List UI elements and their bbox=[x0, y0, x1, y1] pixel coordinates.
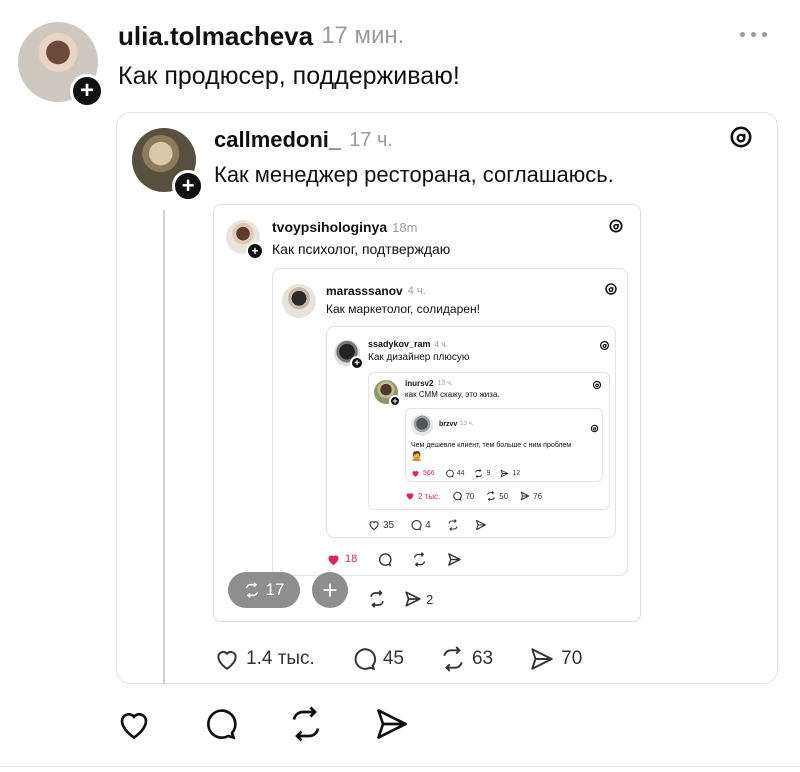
quote5-time: 13 ч. bbox=[437, 379, 453, 387]
share-button[interactable] bbox=[374, 706, 410, 747]
quote3-time: 4 ч. bbox=[407, 285, 426, 297]
share-button[interactable] bbox=[447, 552, 462, 567]
comment-button[interactable] bbox=[377, 552, 392, 567]
heart-icon bbox=[217, 651, 237, 670]
quote4-username[interactable]: ssadykov_ram bbox=[368, 339, 431, 349]
quote6-username[interactable]: brzvv bbox=[439, 421, 457, 428]
quote1-time: 17 ч. bbox=[349, 128, 393, 151]
post-text: Как продюсер, поддерживаю! bbox=[118, 62, 460, 90]
quote5-username[interactable]: inursv2 bbox=[405, 379, 433, 388]
comment-icon bbox=[207, 708, 237, 740]
threads-logo-icon[interactable] bbox=[592, 377, 602, 390]
repost-button[interactable] bbox=[368, 590, 386, 608]
repost-count: 9 bbox=[486, 469, 491, 477]
repost-button[interactable] bbox=[288, 706, 324, 747]
bottom-divider bbox=[0, 766, 800, 767]
like-count: 18 bbox=[345, 553, 358, 565]
like-button[interactable]: 2 тыс. bbox=[405, 491, 440, 501]
like-count: 2 тыс. bbox=[418, 491, 441, 501]
follow-plus-button[interactable]: + bbox=[246, 242, 264, 260]
quote4-time: 4 ч. bbox=[434, 339, 448, 349]
quote6-time: 13 ч. bbox=[460, 421, 474, 427]
heart-icon bbox=[120, 712, 148, 739]
like-button[interactable]: 35 bbox=[368, 519, 394, 531]
quote5-text: как СММ скажу, это жиза. bbox=[405, 390, 500, 399]
post-username[interactable]: ulia.tolmacheva bbox=[118, 21, 313, 52]
comment-button[interactable]: 45 bbox=[351, 646, 404, 672]
quote3-username[interactable]: marasssanov bbox=[326, 284, 403, 298]
share-button[interactable] bbox=[475, 519, 487, 531]
comment-count: 44 bbox=[456, 469, 465, 477]
comment-button[interactable] bbox=[202, 706, 238, 747]
follow-plus-button[interactable]: + bbox=[389, 395, 401, 407]
share-button[interactable]: 12 bbox=[500, 469, 520, 478]
more-options-icon[interactable] bbox=[740, 26, 772, 42]
quote2-text: Как психолог, подтверждаю bbox=[272, 241, 451, 257]
repost-button[interactable] bbox=[412, 551, 427, 567]
threads-logo-icon[interactable] bbox=[599, 338, 610, 351]
threads-logo-icon[interactable] bbox=[604, 282, 618, 296]
quote2-username[interactable]: tvoypsihologinya bbox=[272, 219, 387, 235]
quote4-text: Как дизайнер плюсую bbox=[368, 352, 470, 363]
thread-line bbox=[163, 210, 165, 684]
comment-count: 70 bbox=[465, 491, 475, 501]
repost-icon bbox=[292, 706, 320, 741]
comment-button[interactable]: 4 bbox=[410, 519, 431, 531]
add-button[interactable]: + bbox=[312, 572, 348, 608]
post-time: 17 мин. bbox=[321, 22, 405, 49]
like-count: 1.4 тыс. bbox=[246, 648, 315, 669]
comment-count: 45 bbox=[382, 648, 404, 669]
repost-button[interactable]: 63 bbox=[440, 646, 493, 672]
repost-count: 63 bbox=[471, 648, 494, 669]
share-count: 12 bbox=[512, 469, 521, 477]
comment-button[interactable]: 44 bbox=[445, 469, 465, 478]
quote1-text: Как менеджер ресторана, соглашаюсь. bbox=[214, 162, 614, 187]
share-count: 76 bbox=[533, 491, 543, 501]
comment-icon bbox=[354, 648, 376, 671]
quote2-time: 18m bbox=[392, 219, 418, 235]
repost-icon bbox=[245, 582, 258, 598]
share-button[interactable]: 70 bbox=[529, 646, 582, 672]
share-icon bbox=[531, 648, 553, 670]
threads-logo-icon[interactable] bbox=[728, 124, 754, 150]
like-count: 566 bbox=[423, 469, 435, 477]
threads-logo-icon[interactable] bbox=[608, 218, 624, 234]
follow-plus-button[interactable]: + bbox=[172, 170, 204, 202]
comment-count: 4 bbox=[425, 519, 431, 531]
share-button[interactable]: 2 bbox=[404, 590, 433, 608]
follow-plus-button[interactable]: + bbox=[350, 356, 364, 370]
facepalm-emoji: 🤦 bbox=[411, 451, 423, 461]
repost-button[interactable]: 9 bbox=[474, 468, 491, 478]
repost-pill-count: 17 bbox=[265, 580, 285, 599]
like-button[interactable]: 1.4 тыс. bbox=[214, 646, 315, 672]
like-count: 35 bbox=[383, 519, 395, 531]
repost-button[interactable]: 50 bbox=[486, 491, 508, 501]
share-count: 70 bbox=[561, 648, 583, 669]
share-button[interactable]: 76 bbox=[520, 491, 542, 501]
follow-plus-button[interactable]: + bbox=[70, 74, 104, 108]
like-button[interactable]: 566 bbox=[411, 469, 435, 478]
threads-logo-icon[interactable] bbox=[590, 420, 599, 433]
comment-button[interactable]: 70 bbox=[452, 491, 474, 501]
quote3-text: Как маркетолог, солидарен! bbox=[326, 302, 480, 316]
share-icon bbox=[377, 708, 407, 739]
repost-count: 50 bbox=[499, 491, 509, 501]
repost-icon bbox=[443, 646, 463, 672]
repost-count-pill[interactable]: 17 bbox=[228, 572, 300, 608]
quote6-text: Чем дешевле клиент, тем больше с ним про… bbox=[411, 442, 572, 449]
avatar[interactable] bbox=[411, 414, 433, 436]
quote1-username[interactable]: callmedoni_ bbox=[214, 127, 341, 153]
avatar[interactable] bbox=[282, 284, 316, 318]
repost-button[interactable] bbox=[447, 519, 459, 531]
like-button[interactable]: 18 bbox=[326, 552, 357, 567]
like-button[interactable] bbox=[116, 706, 152, 747]
share-count: 2 bbox=[426, 591, 434, 607]
